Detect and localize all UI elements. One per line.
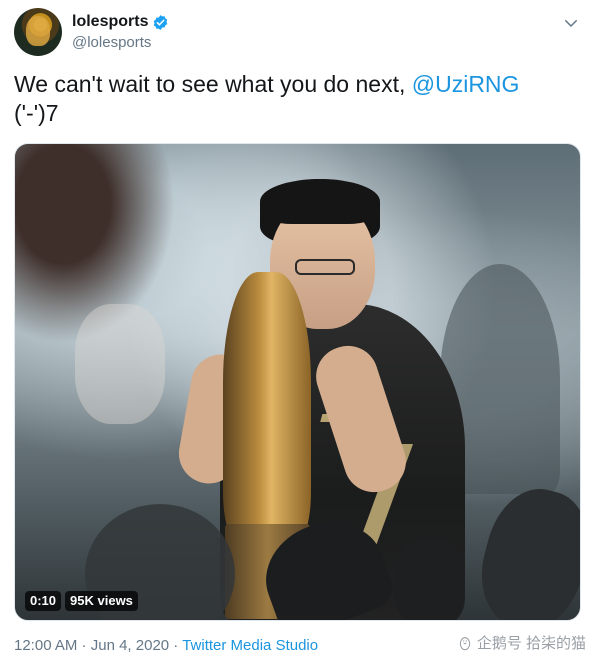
- tweet-header: lolesports @lolesports: [14, 8, 584, 60]
- tweet-date[interactable]: Jun 4, 2020: [91, 637, 169, 654]
- tweet-time[interactable]: 12:00 AM: [14, 637, 77, 654]
- display-name-row: lolesports: [72, 13, 169, 31]
- player-hair-front: [260, 179, 380, 224]
- crowd-hand: [468, 478, 580, 620]
- tweet-text-before: We can't wait to see what you do next,: [14, 71, 412, 97]
- tweet-text-after: ('-')7: [14, 100, 59, 126]
- handle[interactable]: @lolesports: [72, 34, 169, 51]
- video-duration-badge: 0:10: [25, 591, 62, 611]
- watermark: 企鹅号 拾柒的猫: [457, 632, 586, 653]
- author-names: lolesports @lolesports: [72, 13, 169, 51]
- chevron-down-icon[interactable]: [562, 14, 580, 32]
- verified-badge-icon: [154, 14, 168, 30]
- tweet-source-link[interactable]: Twitter Media Studio: [182, 637, 318, 654]
- mention-link[interactable]: @UziRNG: [412, 71, 520, 97]
- tweet-text: We can't wait to see what you do next, @…: [14, 70, 582, 128]
- display-name[interactable]: lolesports: [72, 13, 148, 31]
- video-player[interactable]: 0:10 95K views: [14, 143, 581, 621]
- video-views-badge: 95K views: [65, 591, 138, 611]
- tweet-card: lolesports @lolesports We can't wait to …: [0, 0, 596, 662]
- background-hand: [75, 304, 165, 424]
- meta-separator: ·: [77, 637, 91, 654]
- penguin-logo-icon: [459, 636, 471, 650]
- watermark-text: 企鹅号 拾柒的猫: [476, 635, 586, 652]
- trophy: [223, 272, 311, 547]
- crowd-hand: [395, 539, 465, 620]
- avatar[interactable]: [14, 8, 62, 56]
- tweet-meta: 12:00 AM · Jun 4, 2020 · Twitter Media S…: [14, 637, 318, 654]
- meta-separator: ·: [169, 637, 183, 654]
- avatar-figure: [26, 16, 50, 46]
- video-badges: 0:10 95K views: [25, 591, 138, 611]
- player-glasses: [295, 259, 355, 275]
